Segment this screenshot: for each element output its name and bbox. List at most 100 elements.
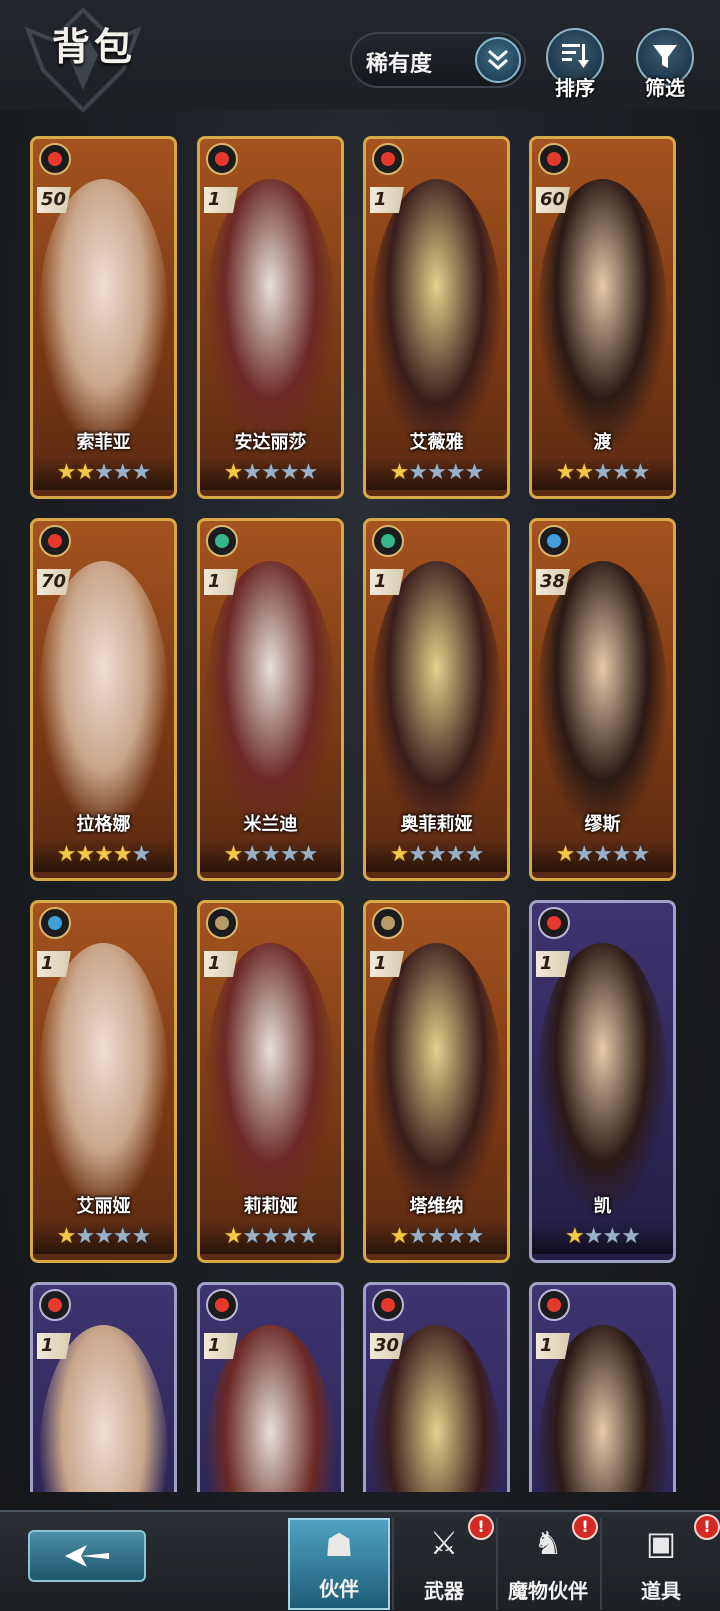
star-icon: ★: [112, 460, 133, 485]
fire-element-icon: [538, 1289, 570, 1321]
star-icon: ★: [427, 460, 447, 485]
star-icon: ★: [602, 1224, 623, 1249]
companion-card[interactable]: 1 凯 ★★★★: [529, 900, 676, 1263]
sort-dropdown-value: 稀有度: [366, 52, 433, 77]
star-icon: ★: [593, 460, 613, 485]
back-button[interactable]: [28, 1530, 146, 1582]
notification-badge: !: [572, 1514, 598, 1540]
star-icon: ★: [75, 1224, 95, 1249]
companion-name: 渡: [593, 432, 612, 453]
tab-backpack[interactable]: ▣ 道具!: [600, 1514, 720, 1610]
fire-element-icon: [206, 143, 238, 175]
star-icon: ★: [464, 1224, 485, 1249]
companion-card[interactable]: 38 缪斯 ★★★★★: [529, 518, 676, 881]
companion-card[interactable]: 1 塔维纳 ★★★★★: [363, 900, 510, 1263]
companion-card[interactable]: 1 艾薇雅 ★★★★★: [363, 136, 510, 499]
tab-companion[interactable]: ☗ 伙伴: [288, 1518, 390, 1610]
companion-card[interactable]: 50 索菲亚 ★★★★★: [30, 136, 177, 499]
star-icon: ★: [223, 842, 244, 867]
star-icon: ★: [445, 1224, 466, 1249]
fire-element-icon: [538, 143, 570, 175]
star-icon: ★: [583, 1224, 604, 1249]
star-icon: ★: [223, 460, 244, 485]
companion-name: 凯: [593, 1196, 612, 1217]
companion-card[interactable]: 1 莉莉娅 ★★★★★: [197, 900, 344, 1263]
star-icon: ★: [75, 460, 95, 485]
notification-badge: !: [468, 1514, 494, 1540]
companion-card[interactable]: 1 米兰迪 ★★★★★: [197, 518, 344, 881]
star-icon: ★: [408, 1224, 428, 1249]
level-badge: 1: [204, 1333, 238, 1359]
star-icon: ★: [75, 842, 95, 867]
star-rating: ★★★★★: [532, 456, 673, 490]
star-icon: ★: [574, 460, 594, 485]
companion-card[interactable]: 60 渡 ★★★★★: [529, 136, 676, 499]
fire-element-icon: [39, 525, 71, 557]
fire-element-icon: [39, 143, 71, 175]
companion-name: 安达丽莎: [234, 432, 307, 453]
companion-name: 艾薇雅: [409, 432, 464, 453]
star-icon: ★: [261, 842, 281, 867]
star-rating: ★★★★★: [366, 838, 507, 872]
star-icon: ★: [298, 1224, 319, 1249]
star-icon: ★: [427, 842, 447, 867]
companion-name: 艾丽娅: [76, 1196, 131, 1217]
companion-card[interactable]: 30: [363, 1282, 510, 1492]
star-icon: ★: [408, 460, 428, 485]
star-icon: ★: [279, 842, 300, 867]
companion-name: 缪斯: [584, 814, 621, 835]
companion-card[interactable]: 1 艾丽娅 ★★★★★: [30, 900, 177, 1263]
star-icon: ★: [611, 842, 632, 867]
level-badge: 38: [536, 569, 570, 595]
character-portrait: [39, 943, 168, 1210]
chevron-down-icon[interactable]: [475, 37, 521, 83]
companion-card[interactable]: 1: [30, 1282, 177, 1492]
character-portrait: [206, 179, 335, 446]
companion-name: 索菲亚: [76, 432, 131, 453]
star-icon: ★: [464, 460, 485, 485]
tab-label: 伙伴: [319, 1577, 359, 1601]
star-icon: ★: [94, 460, 114, 485]
sort-dropdown[interactable]: 稀有度: [350, 32, 526, 88]
character-portrait: [538, 561, 667, 828]
companion-name: 塔维纳: [409, 1196, 464, 1217]
tab-dragon[interactable]: ♞ 魔物伙伴!: [496, 1514, 598, 1610]
star-rating: ★★★★★: [33, 838, 174, 872]
star-icon: ★: [389, 1224, 410, 1249]
star-icon: ★: [555, 460, 576, 485]
companion-name: 奥菲莉娅: [400, 814, 473, 835]
star-icon: ★: [630, 460, 651, 485]
companion-icon: ☗: [324, 1526, 354, 1564]
character-portrait: [372, 943, 501, 1210]
earth-element-icon: [206, 907, 238, 939]
star-icon: ★: [593, 842, 613, 867]
star-icon: ★: [389, 842, 410, 867]
header: 背包 稀有度 排序 筛选: [0, 0, 720, 113]
character-portrait: [538, 179, 667, 446]
star-icon: ★: [261, 1224, 281, 1249]
notification-badge: !: [694, 1514, 720, 1540]
star-icon: ★: [112, 842, 133, 867]
star-rating: ★★★★★: [33, 1220, 174, 1254]
page-title: 背包: [52, 24, 137, 69]
companion-card[interactable]: 1: [529, 1282, 676, 1492]
companion-card[interactable]: 1: [197, 1282, 344, 1492]
level-badge: 1: [536, 1333, 570, 1359]
character-portrait: [372, 179, 501, 446]
bottom-nav: ☗ 伙伴 ⚔ 武器! ♞ 魔物伙伴! ▣ 道具!: [0, 1510, 720, 1611]
star-icon: ★: [298, 842, 319, 867]
water-element-icon: [39, 907, 71, 939]
level-badge: 1: [370, 569, 404, 595]
star-icon: ★: [445, 460, 466, 485]
fire-element-icon: [206, 1289, 238, 1321]
fire-element-icon: [372, 143, 404, 175]
companion-card[interactable]: 70 拉格娜 ★★★★★: [30, 518, 177, 881]
level-badge: 70: [37, 569, 71, 595]
star-icon: ★: [574, 842, 594, 867]
level-badge: 1: [204, 569, 238, 595]
companion-card[interactable]: 1 奥菲莉娅 ★★★★★: [363, 518, 510, 881]
character-portrait: [372, 561, 501, 828]
companion-card[interactable]: 1 安达丽莎 ★★★★★: [197, 136, 344, 499]
tab-crossed-swords[interactable]: ⚔ 武器!: [392, 1514, 494, 1610]
water-element-icon: [538, 525, 570, 557]
